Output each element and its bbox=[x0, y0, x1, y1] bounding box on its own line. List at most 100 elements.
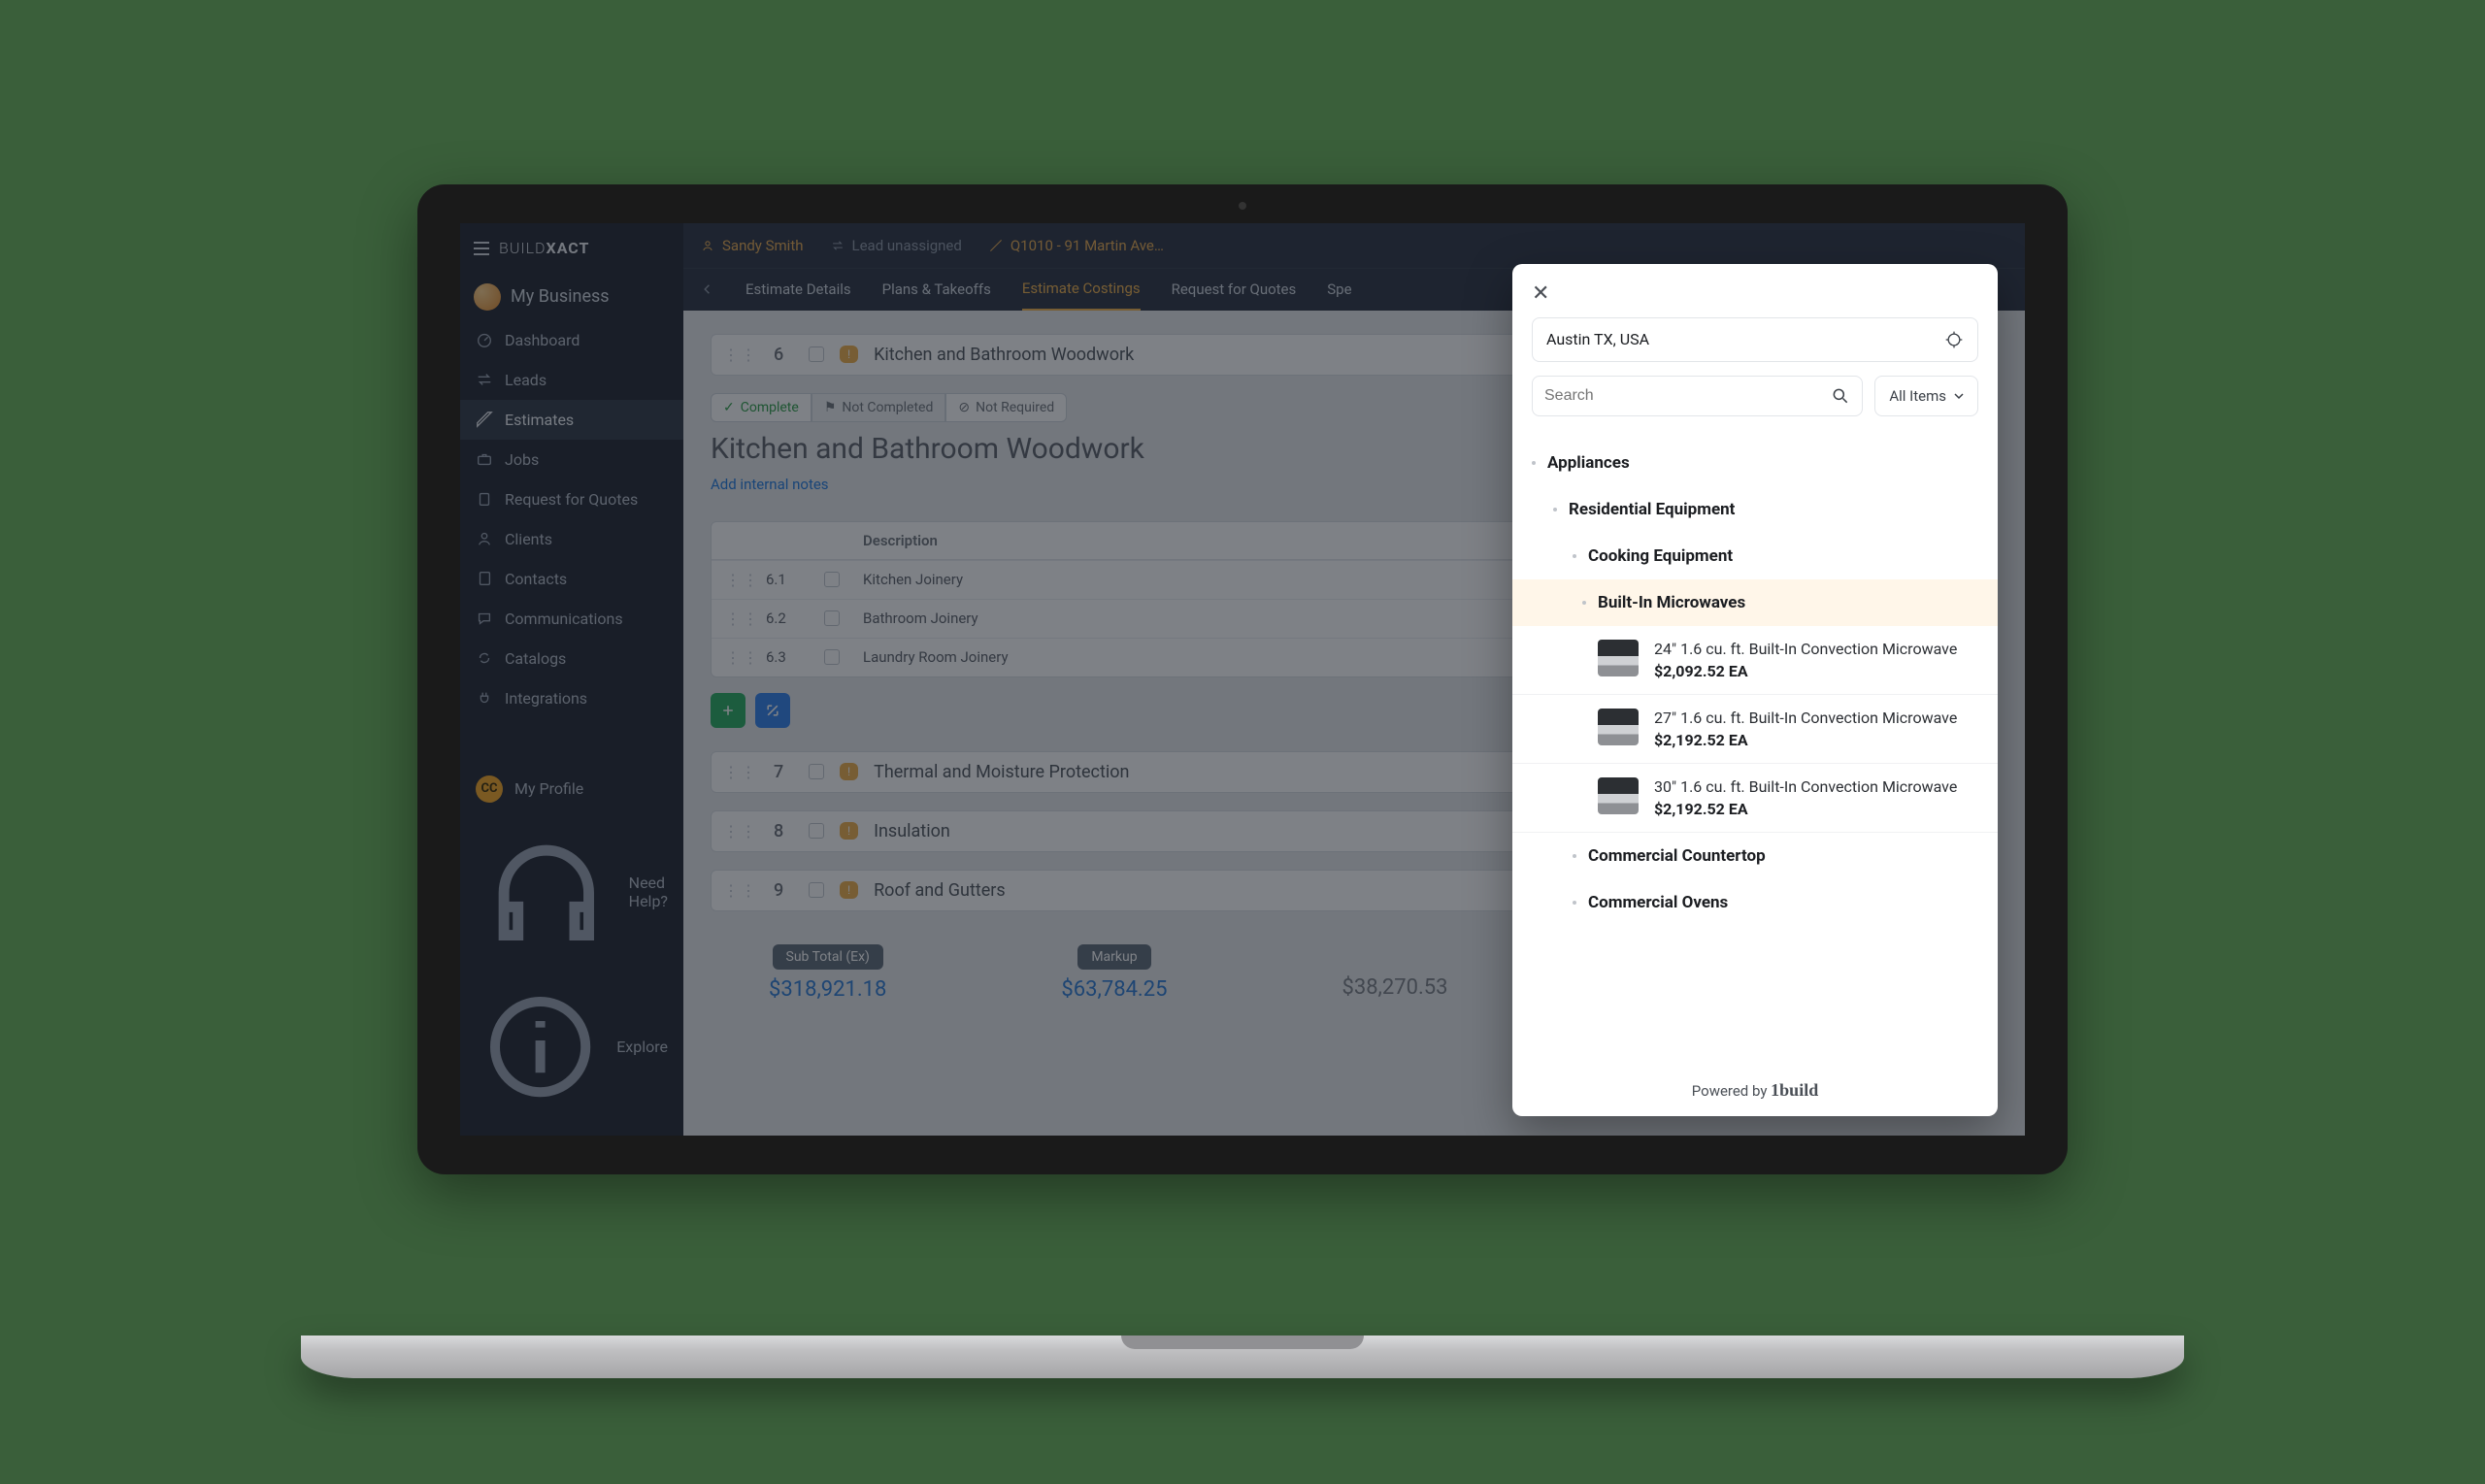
product-price: $2,092.52 EA bbox=[1654, 662, 1957, 680]
tab-rfq[interactable]: Request for Quotes bbox=[1172, 269, 1297, 310]
business-selector[interactable]: My Business bbox=[460, 274, 683, 320]
markup-label: Markup bbox=[1077, 944, 1150, 970]
tab-estimate-details[interactable]: Estimate Details bbox=[746, 269, 851, 310]
search-icon bbox=[1831, 386, 1850, 406]
profile-badge: CC bbox=[476, 775, 503, 803]
back-button[interactable] bbox=[701, 282, 714, 296]
sidebar-item-dashboard[interactable]: Dashboard bbox=[460, 320, 683, 360]
sidebar-item-estimates[interactable]: Estimates bbox=[460, 400, 683, 440]
drag-handle-icon[interactable]: ⋮⋮ bbox=[723, 346, 758, 364]
sidebar-item-label: Integrations bbox=[505, 689, 587, 708]
sidebar-item-profile[interactable]: CC My Profile bbox=[460, 766, 683, 812]
sidebar-item-jobs[interactable]: Jobs bbox=[460, 440, 683, 479]
status-label: Complete bbox=[741, 400, 799, 415]
tab-spec[interactable]: Spe bbox=[1327, 269, 1351, 310]
breadcrumb-lead[interactable]: Lead unassigned bbox=[831, 237, 962, 254]
tree-node-commercial-countertop[interactable]: Commercial Countertop bbox=[1512, 833, 1998, 879]
status-not-required[interactable]: ⊘Not Required bbox=[945, 393, 1067, 422]
section-title: Kitchen and Bathroom Woodwork bbox=[874, 345, 1134, 365]
sidebar-item-leads[interactable]: Leads bbox=[460, 360, 683, 400]
row-checkbox[interactable] bbox=[824, 649, 840, 665]
add-item-button[interactable] bbox=[711, 693, 746, 728]
screen-bezel: BUILDXACT My Business Dashboard Leads Es… bbox=[417, 184, 2068, 1174]
catalog-panel: ✕ Austin TX, USA All Items bbox=[1512, 264, 1998, 1116]
powered-by-label: Powered by bbox=[1692, 1082, 1768, 1100]
brand[interactable]: BUILDXACT bbox=[460, 223, 683, 274]
sidebar-item-contacts[interactable]: Contacts bbox=[460, 559, 683, 599]
chevron-left-icon bbox=[701, 282, 714, 296]
person-icon bbox=[701, 239, 714, 252]
product-thumbnail bbox=[1598, 777, 1639, 814]
section-checkbox[interactable] bbox=[809, 882, 824, 898]
panel-header: ✕ Austin TX, USA All Items bbox=[1512, 264, 1998, 434]
third-value: $38,270.53 bbox=[1342, 975, 1447, 1000]
warning-badge: ! bbox=[840, 763, 858, 780]
drag-handle-icon[interactable]: ⋮⋮ bbox=[725, 648, 754, 667]
sidebar-item-rfq[interactable]: Request for Quotes bbox=[460, 479, 683, 519]
ruler-icon bbox=[476, 411, 493, 428]
drag-handle-icon[interactable]: ⋮⋮ bbox=[723, 822, 758, 841]
sidebar-item-help[interactable]: Need Help? bbox=[460, 812, 683, 973]
tree-node-residential[interactable]: Residential Equipment bbox=[1512, 486, 1998, 533]
swap-icon bbox=[831, 239, 845, 252]
sidebar-item-catalogs[interactable]: Catalogs bbox=[460, 639, 683, 678]
filter-dropdown[interactable]: All Items bbox=[1874, 376, 1978, 416]
breadcrumb-client[interactable]: Sandy Smith bbox=[701, 237, 804, 254]
drag-handle-icon[interactable]: ⋮⋮ bbox=[723, 881, 758, 900]
tab-plans[interactable]: Plans & Takeoffs bbox=[882, 269, 991, 310]
drag-handle-icon[interactable]: ⋮⋮ bbox=[723, 763, 758, 781]
search-input[interactable] bbox=[1532, 376, 1863, 416]
sidebar-item-label: Catalogs bbox=[505, 649, 566, 668]
section-checkbox[interactable] bbox=[809, 346, 824, 362]
product-row[interactable]: 30" 1.6 cu. ft. Built-In Convection Micr… bbox=[1512, 764, 1998, 833]
status-complete[interactable]: ✓Complete bbox=[711, 393, 812, 422]
brand-part1: BUILD bbox=[499, 239, 547, 257]
location-field[interactable]: Austin TX, USA bbox=[1532, 317, 1978, 362]
tree-node-cooking[interactable]: Cooking Equipment bbox=[1512, 533, 1998, 579]
sidebar-item-communications[interactable]: Communications bbox=[460, 599, 683, 639]
tab-costings[interactable]: Estimate Costings bbox=[1022, 268, 1141, 311]
row-number: 6.2 bbox=[766, 610, 812, 627]
status-label: Not Completed bbox=[842, 400, 933, 415]
breadcrumb-job[interactable]: Q1010 - 91 Martin Ave… bbox=[989, 237, 1164, 254]
drag-handle-icon[interactable]: ⋮⋮ bbox=[725, 610, 754, 628]
product-row[interactable]: 24" 1.6 cu. ft. Built-In Convection Micr… bbox=[1512, 626, 1998, 695]
tree-node-microwaves[interactable]: Built-In Microwaves bbox=[1512, 579, 1998, 626]
sidebar-item-label: Need Help? bbox=[629, 874, 668, 910]
sidebar-item-label: My Profile bbox=[514, 779, 583, 798]
section-checkbox[interactable] bbox=[809, 823, 824, 839]
sidebar-item-clients[interactable]: Clients bbox=[460, 519, 683, 559]
section-number: 6 bbox=[774, 345, 793, 365]
sidebar-item-explore[interactable]: Explore bbox=[460, 973, 683, 1121]
tree-label: Cooking Equipment bbox=[1588, 546, 1733, 566]
expand-button[interactable] bbox=[755, 693, 790, 728]
panel-footer: Powered by 1build bbox=[1512, 1069, 1998, 1116]
breadcrumb-label: Q1010 - 91 Martin Ave… bbox=[1011, 237, 1164, 254]
clipboard-icon bbox=[476, 490, 493, 508]
warning-badge: ! bbox=[840, 346, 858, 363]
drag-handle-icon[interactable]: ⋮⋮ bbox=[725, 571, 754, 589]
product-row[interactable]: 27" 1.6 cu. ft. Built-In Convection Micr… bbox=[1512, 695, 1998, 764]
add-notes-link[interactable]: Add internal notes bbox=[711, 476, 829, 493]
row-checkbox[interactable] bbox=[824, 572, 840, 587]
tree-label: Residential Equipment bbox=[1569, 500, 1735, 519]
close-button[interactable]: ✕ bbox=[1532, 281, 1549, 306]
sidebar-item-label: Dashboard bbox=[505, 331, 580, 349]
ruler-icon bbox=[989, 239, 1003, 252]
tree-node-appliances[interactable]: Appliances bbox=[1512, 440, 1998, 486]
tree-label: Built-In Microwaves bbox=[1598, 593, 1745, 612]
tree-label: Commercial Countertop bbox=[1588, 846, 1766, 866]
category-tree: Appliances Residential Equipment Cooking… bbox=[1512, 434, 1998, 1069]
third-total: $38,270.53 bbox=[1342, 946, 1447, 1000]
product-thumbnail bbox=[1598, 640, 1639, 676]
section-checkbox[interactable] bbox=[809, 764, 824, 779]
status-not-completed[interactable]: ⚑Not Completed bbox=[812, 393, 946, 422]
filter-label: All Items bbox=[1889, 387, 1946, 405]
sidebar-item-integrations[interactable]: Integrations bbox=[460, 678, 683, 718]
tree-node-commercial-ovens[interactable]: Commercial Ovens bbox=[1512, 879, 1998, 926]
search-field[interactable] bbox=[1544, 387, 1789, 405]
powered-by-brand: 1build bbox=[1771, 1080, 1818, 1100]
sidebar: BUILDXACT My Business Dashboard Leads Es… bbox=[460, 223, 683, 1136]
row-checkbox[interactable] bbox=[824, 610, 840, 626]
avatar bbox=[474, 283, 501, 311]
